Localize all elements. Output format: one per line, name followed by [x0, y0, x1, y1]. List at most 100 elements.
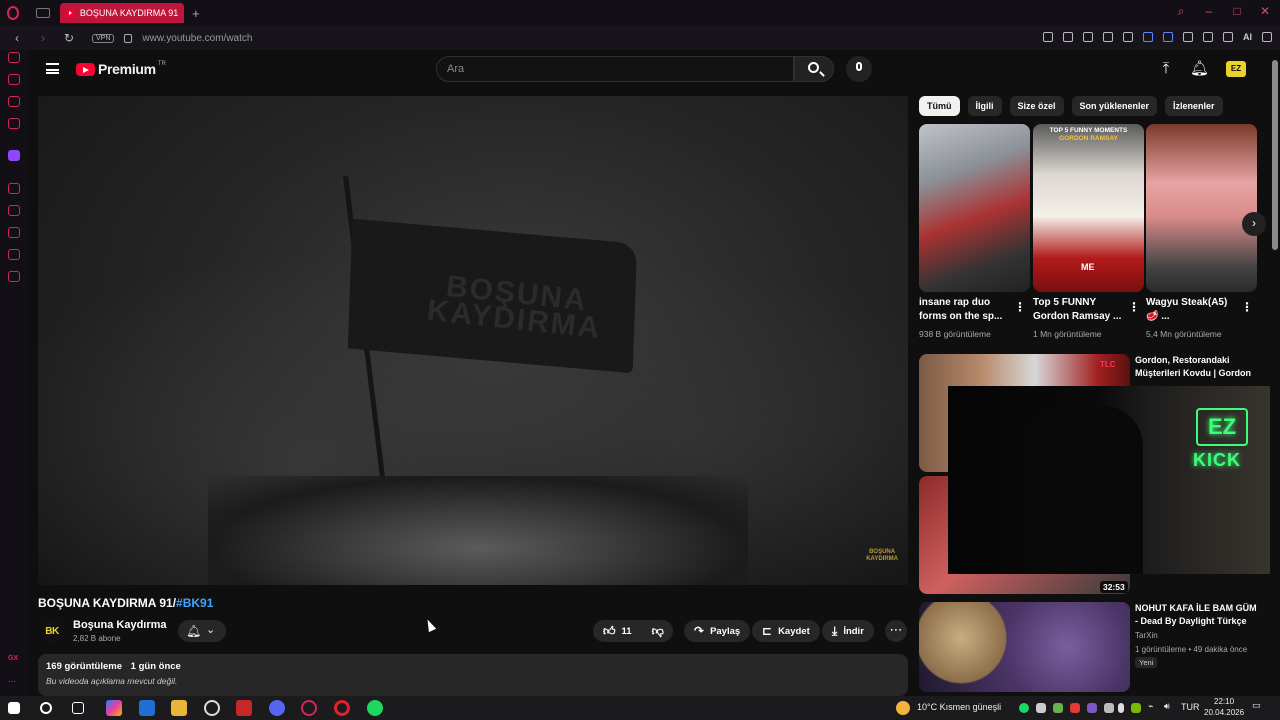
- shorts-next-button[interactable]: ›: [1242, 212, 1266, 236]
- weather-icon[interactable]: [896, 701, 910, 715]
- voice-search-button[interactable]: [846, 56, 872, 82]
- notifications-bell-icon[interactable]: 🔔︎: [1190, 60, 1209, 78]
- chip-for-you[interactable]: Size özel: [1009, 96, 1064, 116]
- chip-recent[interactable]: Son yüklenenler: [1071, 96, 1158, 116]
- tray-discord-icon[interactable]: [1036, 703, 1046, 713]
- video-player[interactable]: BOŞUNA KAYDIRMA BOŞUNA KAYDIRMA: [38, 96, 908, 585]
- account-avatar[interactable]: EZ: [1226, 61, 1246, 77]
- channel-name[interactable]: Boşuna Kaydırma: [73, 619, 167, 631]
- minimize-icon[interactable]: –: [1202, 4, 1216, 18]
- short-title[interactable]: insane rap duo forms on the sp...: [919, 296, 1011, 324]
- hashtag-link[interactable]: #BK91: [176, 596, 213, 610]
- menu-icon[interactable]: [46, 63, 59, 74]
- sidebar-history-icon[interactable]: [8, 227, 20, 238]
- forward-button[interactable]: ›: [34, 31, 52, 45]
- bluetooth-extension-icon[interactable]: [1143, 32, 1153, 42]
- description-box[interactable]: 169 görüntüleme 1 gün önce Bu videoda aç…: [38, 654, 908, 696]
- search-input[interactable]: [437, 57, 793, 81]
- screenshot-icon[interactable]: [1063, 32, 1073, 42]
- recommended-channel[interactable]: TarXin: [1135, 631, 1158, 640]
- search-button[interactable]: [794, 56, 834, 82]
- chip-related[interactable]: İlgili: [967, 96, 1002, 116]
- new-tab-button[interactable]: +: [192, 6, 200, 21]
- vpn-badge[interactable]: VPN: [92, 33, 115, 43]
- search-taskbar-icon[interactable]: [40, 702, 52, 714]
- copilot-icon[interactable]: [106, 700, 122, 716]
- like-icon[interactable]: 👍︎: [603, 624, 616, 639]
- sidebar-notes-icon[interactable]: [8, 118, 20, 129]
- sidebar-twitch-icon[interactable]: [8, 150, 20, 161]
- back-button[interactable]: ‹: [8, 31, 26, 45]
- reload-button[interactable]: ↻: [60, 31, 78, 45]
- maximize-icon[interactable]: □: [1230, 4, 1244, 18]
- search-tabs-icon[interactable]: ⌕: [1174, 4, 1188, 18]
- channel-avatar[interactable]: BK: [40, 619, 64, 643]
- tray-mic-icon[interactable]: [1118, 703, 1124, 713]
- short-thumbnail[interactable]: [919, 124, 1030, 292]
- close-icon[interactable]: ✕: [1258, 4, 1272, 18]
- gx-button[interactable]: GX: [8, 655, 18, 662]
- sidebar-pin-icon[interactable]: [8, 205, 20, 216]
- subscription-bell-button[interactable]: 🔔︎ ⌄: [178, 620, 226, 642]
- download-icon[interactable]: [1223, 32, 1233, 42]
- dislike-icon[interactable]: 👎︎: [652, 624, 664, 639]
- short-thumbnail[interactable]: TOP 5 FUNNY MOMENTS GORDON RAMSAY ME: [1033, 124, 1144, 292]
- scrollbar-thumb[interactable]: [1272, 60, 1278, 250]
- short-title[interactable]: Top 5 FUNNY Gordon Ramsay ...: [1033, 296, 1125, 324]
- tray-spotify-icon[interactable]: [1019, 703, 1029, 713]
- task-view-icon[interactable]: [72, 702, 84, 714]
- notification-center-icon[interactable]: ▭: [1252, 700, 1261, 711]
- more-actions-button[interactable]: ⋯: [885, 620, 907, 642]
- sidebar-messenger-icon[interactable]: [8, 96, 20, 107]
- chip-watched[interactable]: İzlenenler: [1165, 96, 1223, 116]
- download-button[interactable]: ⤓ İndir: [822, 620, 874, 642]
- discord-icon[interactable]: [269, 700, 285, 716]
- like-count[interactable]: 11: [622, 626, 632, 637]
- spotify-icon[interactable]: [367, 700, 383, 716]
- sidebar-settings-icon[interactable]: [8, 271, 20, 282]
- recommended-title[interactable]: NOHUT KAFA İLE BAM GÜM - Dead By Dayligh…: [1135, 602, 1260, 628]
- opera-taskbar-icon[interactable]: [334, 700, 350, 716]
- short-menu-icon[interactable]: ⋮: [1014, 300, 1026, 314]
- weather-text[interactable]: 10°C Kısmen güneşli: [917, 702, 1001, 712]
- save-button[interactable]: ⊏ Kaydet: [752, 620, 820, 642]
- share-button[interactable]: ↷ Paylaş: [684, 620, 751, 642]
- sidebar-bag-icon[interactable]: [8, 74, 20, 85]
- sidebar-more-button[interactable]: ...: [8, 674, 16, 685]
- tray-network-icon[interactable]: ⌁: [1148, 701, 1153, 712]
- aria-ai-button[interactable]: AI: [1243, 32, 1252, 42]
- short-menu-icon[interactable]: ⋮: [1241, 300, 1253, 314]
- start-icon[interactable]: [8, 702, 20, 714]
- chip-all[interactable]: Tümü: [919, 96, 960, 116]
- puzzle-icon[interactable]: [1183, 32, 1193, 42]
- sidebar-extensions-icon[interactable]: [8, 249, 20, 260]
- language-indicator[interactable]: TUR: [1181, 702, 1200, 712]
- tray-app-icon[interactable]: [1087, 703, 1097, 713]
- pin-icon[interactable]: [1043, 32, 1053, 42]
- play-icon[interactable]: [1103, 32, 1113, 42]
- mail-icon[interactable]: [139, 700, 155, 716]
- taskbar-clock[interactable]: 22:10 20.04.2026: [1204, 696, 1244, 718]
- heart-icon[interactable]: [1123, 32, 1133, 42]
- app-icon[interactable]: [236, 700, 252, 716]
- sidebar-player-icon[interactable]: [8, 183, 20, 194]
- lock-icon[interactable]: [124, 33, 133, 43]
- upload-icon[interactable]: ⤒: [1158, 60, 1174, 78]
- short-menu-icon[interactable]: ⋮: [1128, 300, 1140, 314]
- opera-menu-icon[interactable]: [0, 0, 26, 26]
- tray-app-icon[interactable]: [1070, 703, 1080, 713]
- easy-setup-icon[interactable]: [1262, 32, 1272, 42]
- shield-icon[interactable]: [1083, 32, 1093, 42]
- short-thumbnail[interactable]: [1146, 124, 1257, 292]
- translate-extension-icon[interactable]: [1163, 32, 1173, 42]
- short-title[interactable]: Wagyu Steak(A5) 🥩 ...: [1146, 296, 1238, 324]
- tray-app-icon[interactable]: [1104, 703, 1114, 713]
- url-field[interactable]: www.youtube.com/watch: [142, 33, 252, 44]
- sidebar-speed-dial-icon[interactable]: [8, 52, 20, 63]
- steam-icon[interactable]: [204, 700, 220, 716]
- tray-nvidia-icon[interactable]: [1131, 703, 1141, 713]
- youtube-logo[interactable]: Premium TR: [76, 61, 166, 77]
- file-explorer-icon[interactable]: [171, 700, 187, 716]
- tab-island-icon[interactable]: [36, 8, 50, 18]
- active-tab[interactable]: BOŞUNA KAYDIRMA 91/#B: [60, 3, 184, 23]
